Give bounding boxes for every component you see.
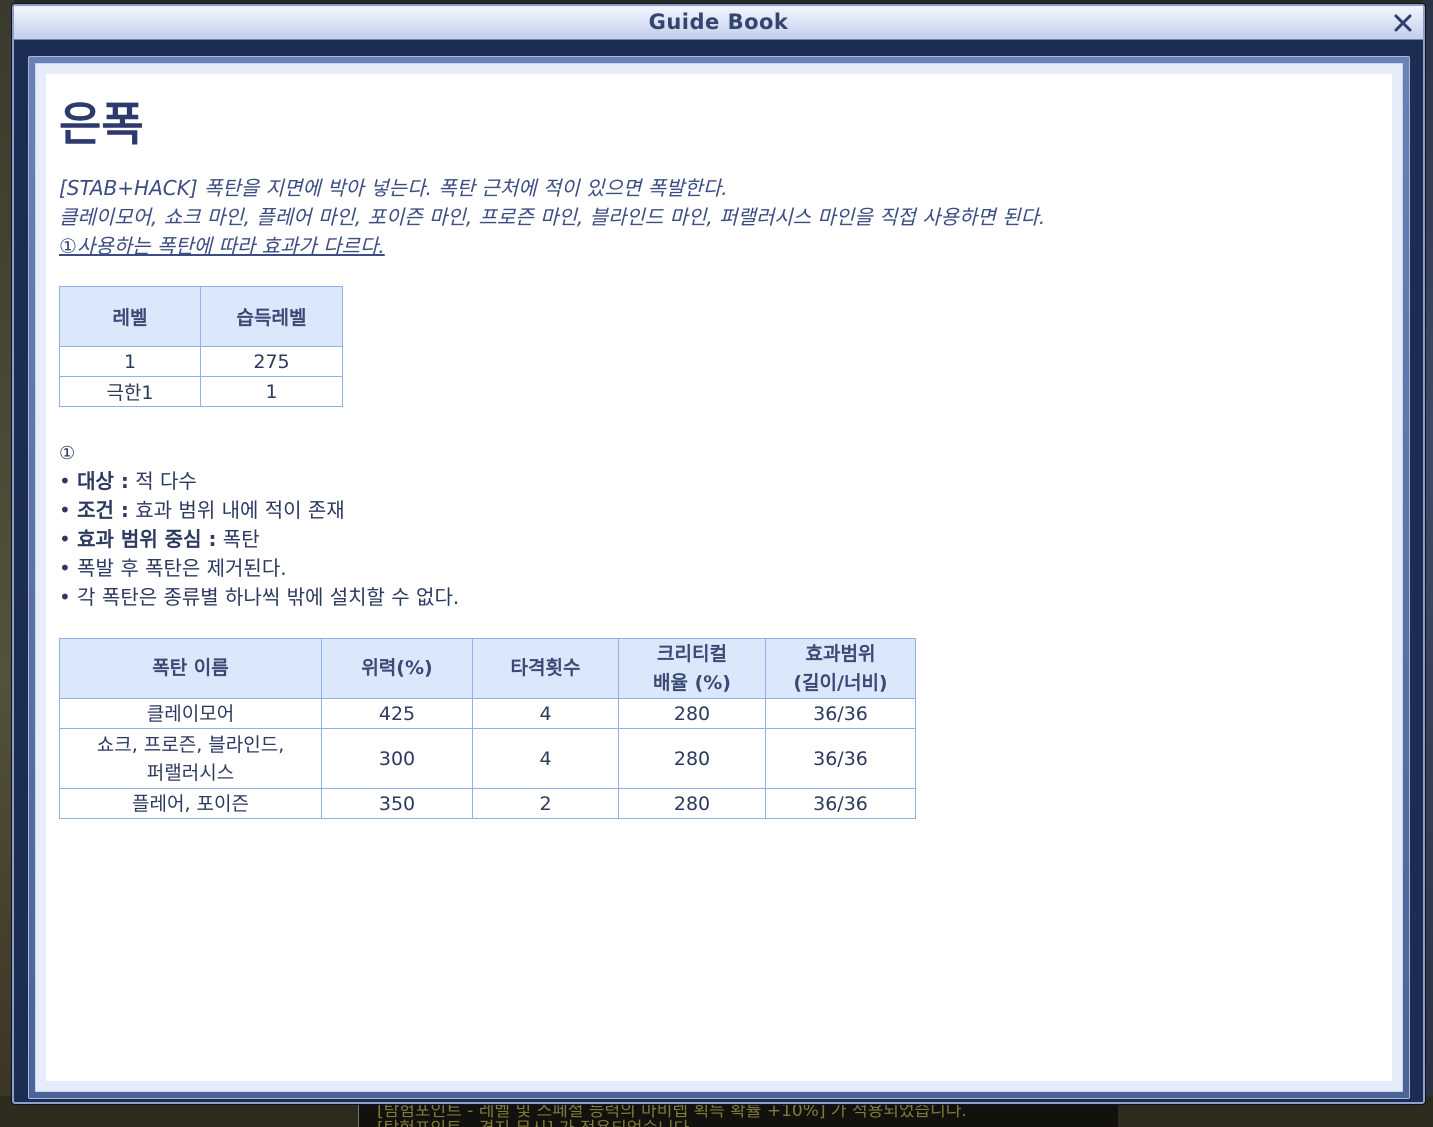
table-cell: 36/36 (765, 788, 916, 819)
table-cell: 280 (618, 728, 766, 789)
table-cell: 쇼크, 프로즌, 블라인드, 퍼랠러시스 (59, 728, 322, 789)
table-cell: 36/36 (765, 728, 916, 789)
table-cell: 36/36 (765, 698, 916, 729)
table-cell: 275 (200, 346, 343, 377)
notes-section: ① • 대상 : 적 다수 • 조건 : 효과 범위 내에 적이 존재 • 효과… (59, 441, 459, 612)
page-title: 은폭 (59, 97, 144, 151)
bullet: • (59, 585, 71, 609)
column-header: 레벨 (59, 286, 201, 347)
note-item: • 효과 범위 중심 : 폭탄 (59, 525, 459, 554)
description-line: [STAB+HACK] 폭탄을 지면에 박아 넣는다. 폭탄 근처에 적이 있으… (59, 176, 728, 200)
bullet: • (59, 498, 71, 522)
table-row: 플레어, 포이즌 350 2 280 36/36 (59, 788, 916, 819)
table-header-row: 폭탄 이름 위력(%) 타격횟수 크리티컬 배율 (%) 효과범위 (길이/너비… (59, 638, 916, 699)
close-icon (1394, 14, 1412, 32)
level-table: 레벨 습득레벨 1 275 극한1 1 (59, 286, 343, 407)
note-label: 대상 : (77, 469, 129, 493)
table-row: 1 275 (59, 346, 343, 377)
table-cell: 1 (200, 376, 343, 407)
bullet: • (59, 469, 71, 493)
bullet: • (59, 527, 71, 551)
bomb-table: 폭탄 이름 위력(%) 타격횟수 크리티컬 배율 (%) 효과범위 (길이/너비… (59, 638, 916, 819)
table-cell: 280 (618, 788, 766, 819)
column-header: 효과범위 (길이/너비) (765, 638, 916, 699)
table-cell: 300 (321, 728, 473, 789)
table-row: 클레이모어 425 4 280 36/36 (59, 698, 916, 729)
guide-book-window: Guide Book 은폭 [STAB+HACK] 폭탄을 지면에 박아 넣는다… (12, 4, 1425, 1104)
chat-line: [탐험포인트 - 경지 무시] 가 적용되었습니다. (377, 1114, 695, 1127)
column-header: 크리티컬 배율 (%) (618, 638, 766, 699)
title-bar[interactable]: Guide Book (14, 6, 1423, 40)
content-frame-inner: 은폭 [STAB+HACK] 폭탄을 지면에 박아 넣는다. 폭탄 근처에 적이… (35, 63, 1403, 1092)
note-text: 폭탄 (216, 527, 260, 551)
note-text: 각 폭탄은 종류별 하나씩 밖에 설치할 수 없다. (77, 585, 460, 609)
table-header-row: 레벨 습득레벨 (59, 286, 343, 347)
note-text: 폭발 후 폭탄은 제거된다. (77, 556, 287, 580)
table-cell: 280 (618, 698, 766, 729)
table-cell: 425 (321, 698, 473, 729)
table-cell: 4 (472, 698, 619, 729)
column-header: 타격횟수 (472, 638, 619, 699)
bullet: • (59, 556, 71, 580)
table-cell: 350 (321, 788, 473, 819)
note-item: • 대상 : 적 다수 (59, 467, 459, 496)
note-item: • 각 폭탄은 종류별 하나씩 밖에 설치할 수 없다. (59, 583, 459, 612)
table-cell: 극한1 (59, 376, 201, 407)
description: [STAB+HACK] 폭탄을 지면에 박아 넣는다. 폭탄 근처에 적이 있으… (59, 174, 1045, 261)
footnote-link[interactable]: ①사용하는 폭탄에 따라 효과가 다르다. (59, 232, 1045, 261)
note-item: • 조건 : 효과 범위 내에 적이 존재 (59, 496, 459, 525)
note-text: 적 다수 (128, 469, 197, 493)
note-marker: ① (59, 443, 76, 464)
table-cell: 플레어, 포이즌 (59, 788, 322, 819)
table-cell: 1 (59, 346, 201, 377)
note-item: • 폭발 후 폭탄은 제거된다. (59, 554, 459, 583)
note-label: 조건 : (77, 498, 129, 522)
guide-content[interactable]: 은폭 [STAB+HACK] 폭탄을 지면에 박아 넣는다. 폭탄 근처에 적이… (46, 74, 1392, 1081)
table-cell: 2 (472, 788, 619, 819)
table-cell: 4 (472, 728, 619, 789)
description-line: 클레이모어, 쇼크 마인, 플레어 마인, 포이즌 마인, 프로즌 마인, 블라… (59, 205, 1046, 229)
window-title: Guide Book (648, 10, 789, 34)
content-frame: 은폭 [STAB+HACK] 폭탄을 지면에 박아 넣는다. 폭탄 근처에 적이… (28, 56, 1410, 1099)
table-row: 극한1 1 (59, 376, 343, 407)
column-header: 폭탄 이름 (59, 638, 322, 699)
column-header: 위력(%) (321, 638, 473, 699)
table-row: 쇼크, 프로즌, 블라인드, 퍼랠러시스 300 4 280 36/36 (59, 728, 916, 789)
note-text: 효과 범위 내에 적이 존재 (128, 498, 345, 522)
note-label: 효과 범위 중심 : (77, 527, 217, 551)
table-cell: 클레이모어 (59, 698, 322, 729)
column-header: 습득레벨 (200, 286, 343, 347)
close-button[interactable] (1389, 9, 1417, 37)
